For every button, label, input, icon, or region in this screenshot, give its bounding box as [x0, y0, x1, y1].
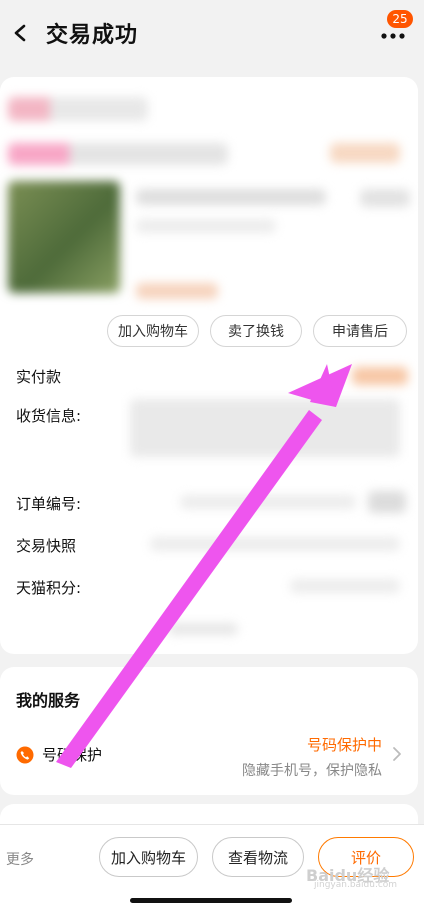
promo-row-blurred	[8, 143, 228, 165]
tmall-points-label: 天猫积分:	[16, 579, 82, 597]
paid-amount-value-blurred	[352, 367, 408, 385]
store-name-blurred	[8, 97, 148, 121]
page-title: 交易成功	[46, 23, 139, 48]
chevron-right-icon[interactable]	[392, 746, 402, 766]
product-spec-blurred	[136, 219, 276, 233]
promo-tag-blurred	[330, 143, 400, 163]
order-number-label: 订单编号:	[16, 495, 82, 513]
product-price-blurred	[360, 189, 410, 207]
view-logistics-button[interactable]: 查看物流	[212, 837, 304, 877]
product-title-blurred[interactable]	[136, 189, 326, 205]
phone-protection-icon	[16, 746, 34, 768]
order-number-value-blurred	[180, 495, 356, 509]
shipping-info-value-blurred	[130, 399, 400, 457]
back-icon[interactable]	[10, 18, 32, 48]
home-indicator	[130, 898, 292, 903]
phone-protection-label[interactable]: 号码保护	[42, 744, 102, 765]
top-nav-bar: 交易成功 25	[0, 0, 424, 68]
tmall-points-value-blurred	[290, 579, 400, 593]
more-actions-link[interactable]: 更多	[6, 849, 34, 869]
product-tag-blurred	[136, 283, 218, 299]
add-to-cart-button[interactable]: 加入购物车	[99, 837, 198, 877]
trade-snapshot-label: 交易快照	[16, 537, 77, 555]
apply-after-sales-pill[interactable]: 申请售后	[313, 315, 407, 347]
view-more-blurred[interactable]	[168, 623, 238, 635]
phone-protection-description: 隐藏手机号，保护隐私	[242, 763, 382, 779]
watermark-url: jingyan.baidu.com	[314, 880, 398, 890]
order-detail-card: 加入购物车 卖了换钱 申请售后 实付款 收货信息: 订单编号: 交易快照 天猫积…	[0, 77, 418, 654]
product-image-blurred[interactable]	[8, 181, 120, 293]
trade-snapshot-value-blurred[interactable]	[150, 537, 400, 551]
sell-for-cash-pill[interactable]: 卖了换钱	[210, 315, 302, 347]
phone-protection-status[interactable]: 号码保护中	[307, 734, 382, 755]
copy-button-blurred[interactable]	[368, 491, 406, 513]
shipping-info-label: 收货信息:	[16, 407, 82, 425]
message-count-badge: 25	[387, 10, 413, 28]
paid-amount-label: 实付款	[16, 368, 62, 386]
add-to-cart-pill[interactable]: 加入购物车	[107, 315, 199, 347]
my-services-title: 我的服务	[16, 691, 81, 710]
